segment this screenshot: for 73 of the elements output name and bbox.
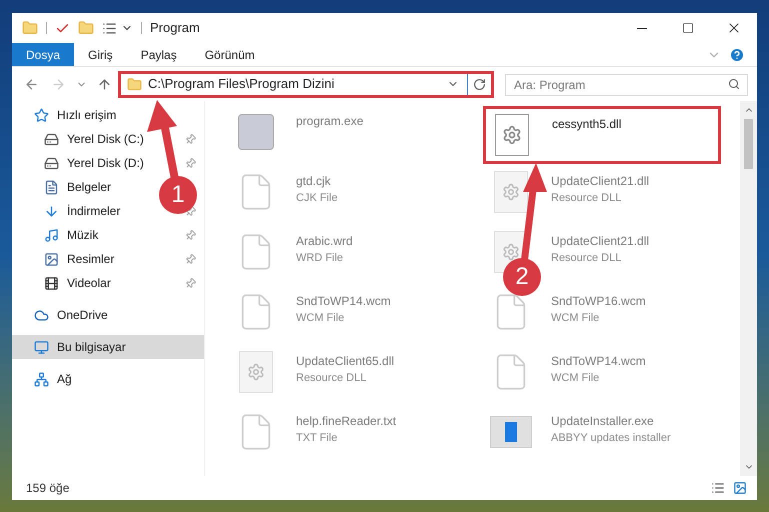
file-name[interactable]: program.exe <box>296 112 364 130</box>
file-name[interactable]: help.fineReader.txt <box>296 412 396 430</box>
search-field[interactable]: Ara: Program <box>505 74 748 96</box>
address-path: C:\Program Files\Program Dizini <box>148 75 336 94</box>
folder-icon[interactable] <box>78 20 94 36</box>
gear-file-icon <box>239 351 273 393</box>
address-bar[interactable]: C:\Program Files\Program Dizini <box>118 70 494 98</box>
file-name[interactable]: gtd.cjk <box>296 172 338 190</box>
file-type: WCM File <box>296 311 346 326</box>
application-icon <box>238 114 274 150</box>
sidebar-item[interactable]: Resimler <box>67 250 114 268</box>
file-type: ABBYY updates installer <box>551 431 671 446</box>
scrollbar[interactable] <box>740 101 757 476</box>
sidebar-item[interactable]: Yerel Disk (C:) <box>67 130 144 148</box>
gear-file-icon <box>495 114 529 156</box>
film-icon <box>44 276 59 290</box>
back-icon[interactable] <box>24 76 39 92</box>
file-item[interactable]: cessynth5.dll <box>483 106 721 164</box>
sidebar-item[interactable]: Bu bilgisayar <box>12 335 204 359</box>
file-name: cessynth5.dll <box>552 116 622 133</box>
refresh-icon[interactable] <box>473 78 486 90</box>
window-title: Program <box>150 19 200 38</box>
details-view-icon[interactable] <box>711 481 725 495</box>
network-icon <box>34 372 49 386</box>
item-count: 159 öğe <box>26 480 70 497</box>
cloud-icon <box>34 308 49 322</box>
scrollbar-thumb[interactable] <box>744 119 753 169</box>
download-icon <box>44 204 59 218</box>
music-note-icon <box>44 228 59 242</box>
sidebar-item[interactable]: İndirmeler <box>67 202 120 220</box>
drive-icon <box>44 156 59 170</box>
installer-icon <box>490 416 532 448</box>
up-icon[interactable] <box>97 76 112 92</box>
file-type: WRD File <box>296 251 344 266</box>
view-icon[interactable] <box>102 20 117 36</box>
sidebar-item[interactable]: Ağ <box>57 370 72 388</box>
monitor-icon <box>34 340 49 354</box>
file-name[interactable]: Arabic.wrd <box>296 232 353 250</box>
ribbon-tab[interactable]: Görünüm <box>190 43 269 66</box>
ribbon-tab[interactable]: Paylaş <box>126 43 191 66</box>
sidebar-item[interactable]: Yerel Disk (D:) <box>67 154 144 172</box>
help-icon[interactable] <box>729 46 745 62</box>
file-name[interactable]: UpdateInstaller.exe <box>551 412 671 430</box>
file-type: CJK File <box>296 191 338 206</box>
file-type: TXT File <box>296 431 338 446</box>
star-icon <box>34 108 49 122</box>
sidebar-item[interactable]: OneDrive <box>57 306 108 324</box>
document-icon <box>44 180 59 194</box>
file-type: Resource DLL <box>551 191 622 206</box>
maximize-icon <box>682 22 694 34</box>
gear-file-icon <box>494 171 528 213</box>
sidebar-item[interactable]: Müzik <box>67 226 98 244</box>
sidebar-item[interactable]: Hızlı erişim <box>57 106 116 124</box>
file-name[interactable]: UpdateClient21.dll <box>551 232 650 250</box>
search-icon[interactable] <box>728 78 740 90</box>
file-name[interactable]: SndToWP14.wcm <box>296 292 391 310</box>
file-name[interactable]: UpdateClient65.dll <box>296 352 394 370</box>
picture-icon <box>44 252 59 266</box>
file-type: Resource DLL <box>296 371 368 386</box>
ribbon-tab[interactable]: Giriş <box>74 43 127 66</box>
file-type: Resource DLL <box>551 251 622 266</box>
file-name[interactable]: UpdateClient21.dll <box>551 172 650 190</box>
file-type: WCM File <box>551 371 600 386</box>
drive-icon <box>44 132 59 146</box>
sidebar-item[interactable]: Belgeler <box>67 178 112 196</box>
folder-icon <box>127 76 142 92</box>
file-name[interactable]: SndToWP14.wcm <box>551 352 646 370</box>
file-type: WCM File <box>551 311 600 326</box>
sidebar-item[interactable]: Videolar <box>67 274 111 292</box>
large-icons-view-icon[interactable] <box>733 481 747 495</box>
ribbon-tab[interactable]: Dosya <box>12 43 74 66</box>
folder-icon[interactable] <box>22 20 38 36</box>
file-name[interactable]: SndToWP16.wcm <box>551 292 646 310</box>
